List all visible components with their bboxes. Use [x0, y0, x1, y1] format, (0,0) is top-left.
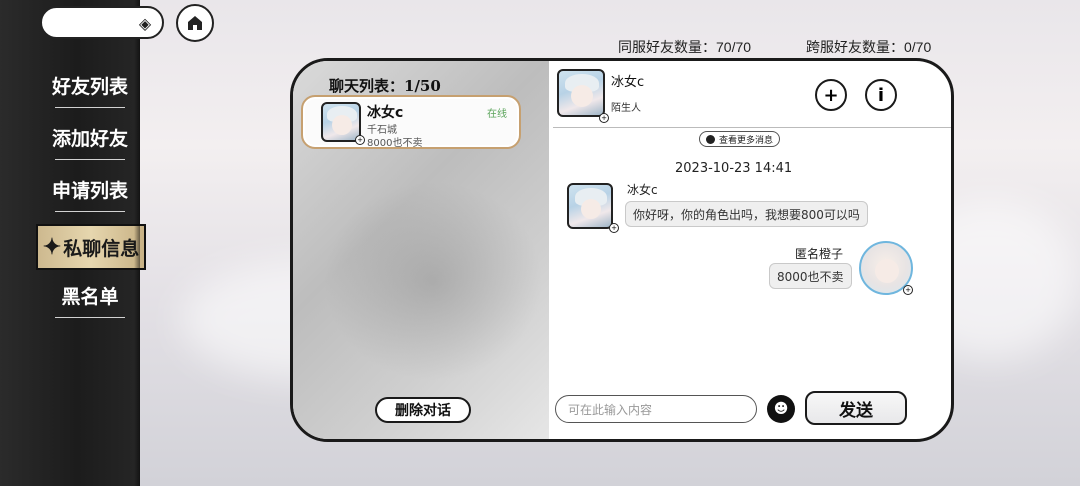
contact-avatar[interactable] [557, 69, 605, 117]
avatar-face [875, 259, 899, 283]
chat-panel: 聊天列表：1/50 + 冰女c 千石城 8000也不卖 在线 删除对话 + 冰女… [290, 58, 954, 442]
message-sender-name: 冰女c [627, 183, 658, 197]
back-arrow-icon[interactable]: ◈ [134, 13, 156, 33]
sidebar-item-friend-list[interactable]: 好友列表 [44, 68, 136, 112]
server-badge-icon: + [903, 285, 913, 295]
avatar-face [332, 115, 352, 135]
emoji-icon: ☻ [773, 401, 789, 417]
home-button[interactable] [176, 4, 214, 42]
emoji-button[interactable]: ☻ [767, 395, 795, 423]
clock-icon [706, 134, 715, 144]
sidebar: 好友列表 添加好友 申请列表 ✦ 私聊信息 黑名单 [0, 0, 146, 486]
divider [55, 211, 125, 212]
cross-server-friend-count: 跨服好友数量：0/70 [806, 39, 932, 55]
sidebar-item-private-messages[interactable]: ✦ 私聊信息 [36, 224, 146, 270]
star-icon: ✦ [42, 234, 62, 260]
send-button[interactable]: 发送 [805, 391, 907, 425]
info-button[interactable]: i [865, 79, 897, 111]
plus-icon: + [823, 84, 839, 106]
view-more-messages-label: 查看更多消息 [719, 135, 774, 146]
message-sender-name: 匿名橙子 [795, 247, 844, 261]
server-badge-icon: + [599, 113, 609, 123]
contact-relation: 陌生人 [611, 103, 641, 114]
divider [55, 107, 125, 108]
server-badge-icon: + [609, 223, 619, 233]
sidebar-item-label: 好友列表 [51, 76, 128, 98]
message-input[interactable]: 可在此输入内容 [555, 395, 757, 423]
same-server-friend-count: 同服好友数量：70/70 [618, 39, 752, 55]
add-friend-button[interactable]: + [815, 79, 847, 111]
message-bubble: 8000也不卖 [769, 263, 852, 289]
online-status-badge: 在线 [487, 109, 507, 120]
view-more-messages-button[interactable]: 查看更多消息 [699, 131, 781, 147]
sidebar-item-blacklist[interactable]: 黑名单 [44, 278, 136, 322]
divider [55, 317, 125, 318]
divider [553, 127, 951, 128]
divider [55, 159, 125, 160]
conversation-pane: + 冰女c 陌生人 + i 查看更多消息 2023-10-23 14:41 + … [549, 61, 951, 439]
home-icon [188, 16, 202, 30]
message-bubble: 你好呀，你的角色出吗，我想要800可以吗 [625, 201, 868, 227]
chat-list-pane: 聊天列表：1/50 + 冰女c 千石城 8000也不卖 在线 删除对话 [293, 61, 549, 439]
sidebar-item-label: 申请列表 [51, 180, 128, 202]
server-badge-icon: + [355, 135, 365, 145]
avatar-face [581, 199, 601, 219]
contact-name: 冰女c [611, 75, 645, 90]
search-input[interactable]: ◈ [40, 6, 164, 39]
delete-conversation-button[interactable]: 删除对话 [375, 397, 471, 423]
message-input-placeholder: 可在此输入内容 [568, 402, 653, 417]
sender-avatar[interactable] [567, 183, 613, 229]
sidebar-item-add-friend[interactable]: 添加好友 [44, 120, 136, 164]
sidebar-item-label: 添加好友 [51, 128, 128, 150]
chat-list-item[interactable]: + 冰女c 千石城 8000也不卖 在线 [301, 95, 521, 149]
sidebar-item-label: 黑名单 [61, 286, 119, 308]
chat-list-title: 聊天列表：1/50 [329, 77, 441, 95]
message-timestamp: 2023-10-23 14:41 [675, 161, 793, 176]
avatar-face [571, 85, 593, 107]
sidebar-item-label: 私聊信息 [63, 237, 140, 260]
info-icon: i [877, 84, 885, 106]
chat-item-last-message: 8000也不卖 [367, 138, 423, 149]
chat-item-name: 冰女c [367, 105, 404, 121]
sidebar-item-request-list[interactable]: 申请列表 [44, 172, 136, 216]
